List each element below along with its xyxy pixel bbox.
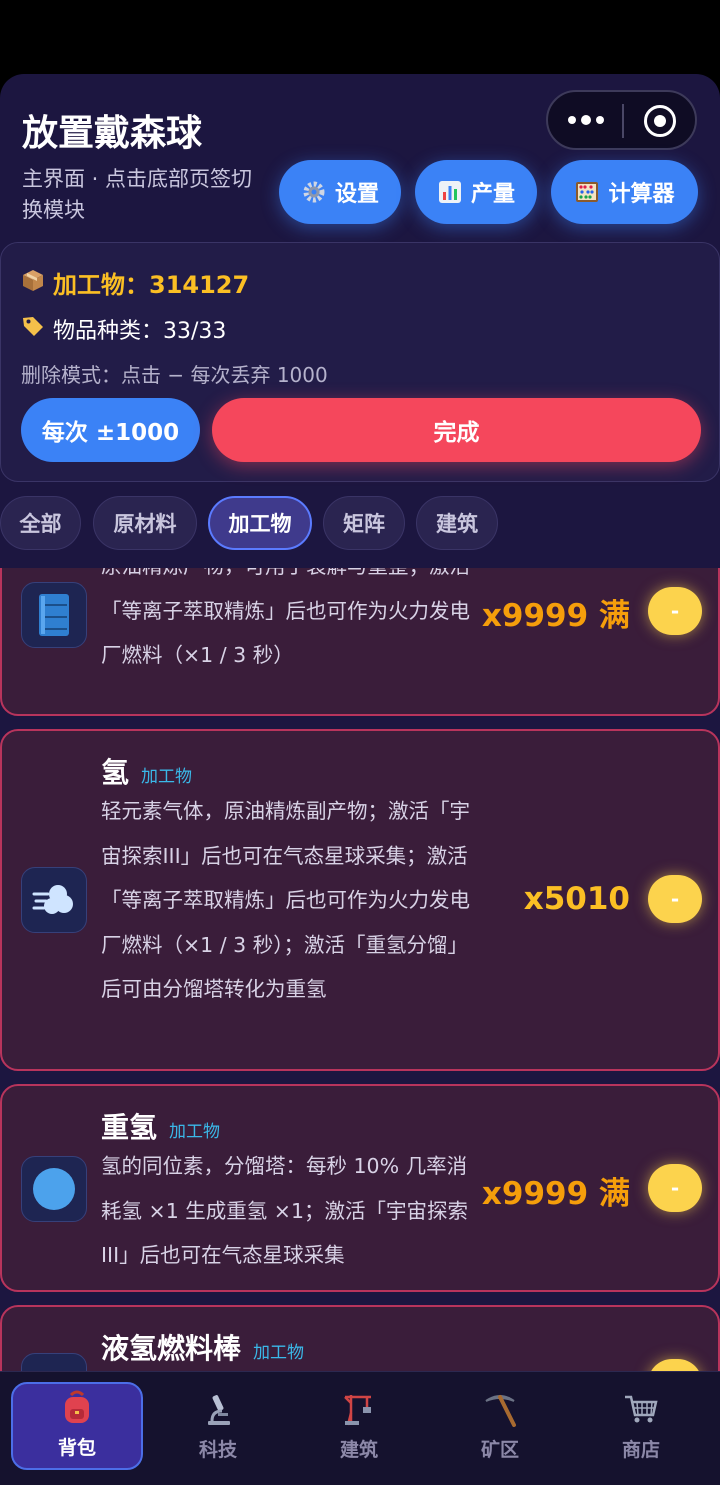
nav-backpack[interactable]: 背包 (11, 1382, 143, 1470)
nav-label: 建筑 (339, 1439, 378, 1461)
tab-all[interactable]: 全部 (0, 496, 81, 550)
tab-buildings[interactable]: 建筑 (416, 496, 498, 550)
gas-cloud-icon (21, 867, 87, 933)
gear-icon (301, 179, 327, 205)
item-description: 原油精炼产物，可用于裂解与重整；激活「等离子萃取精炼」后也可作为火力发电厂燃料（… (101, 568, 470, 667)
close-target-icon[interactable] (644, 105, 676, 137)
item-count: x9999 满 (481, 1176, 630, 1212)
item-category-tag: 加工物 (253, 1343, 305, 1363)
nav-shop[interactable]: 商店 (575, 1382, 707, 1470)
item-count: x5010 (523, 881, 630, 917)
item-types-text: 物品种类：33/33 (53, 319, 227, 344)
more-icon[interactable] (566, 106, 606, 134)
list-item: 原油精炼产物，可用于裂解与重整；激活「等离子萃取精炼」后也可作为火力发电厂燃料（… (0, 568, 720, 716)
list-item: 液氢燃料棒 加工物 (0, 1305, 720, 1371)
item-types: 物品种类：33/33 (21, 313, 226, 345)
calculator-label: 计算器 (608, 182, 675, 207)
calculator-button[interactable]: 计算器 (551, 160, 698, 224)
crane-icon (344, 1395, 371, 1426)
abacus-icon (574, 179, 600, 205)
item-count: x9999 满 (481, 598, 630, 634)
item-title: 重氢 加工物 (101, 1106, 220, 1146)
miniprogram-capsule (546, 90, 697, 150)
tag-icon (21, 314, 45, 344)
done-button[interactable]: 完成 (212, 398, 701, 462)
tab-raw-materials[interactable]: 原材料 (93, 496, 197, 550)
item-name: 氢 (101, 756, 130, 789)
step-amount-button[interactable]: 每次 ±1000 (21, 398, 200, 462)
nav-buildings[interactable]: 建筑 (293, 1382, 425, 1470)
list-item: 重氢 加工物 氢的同位素，分馏塔：每秒 10% 几率消耗氢 ×1 生成重氢 ×1… (0, 1084, 720, 1292)
app-title: 放置戴森球 (22, 113, 203, 154)
bottom-nav: 背包 科技 建筑 矿区 商店 (0, 1371, 720, 1485)
package-icon (21, 268, 45, 298)
processed-count-text: 加工物：314127 (53, 271, 250, 299)
fuel-barrel-icon (21, 582, 87, 648)
backpack-icon (65, 1390, 89, 1423)
production-button[interactable]: 产量 (415, 160, 537, 224)
item-description: 氢的同位素，分馏塔：每秒 10% 几率消耗氢 ×1 生成重氢 ×1；激活「宇宙探… (101, 1154, 468, 1267)
item-title: 氢 加工物 (101, 751, 192, 791)
delete-mode-text: 删除模式：点击 − 每次丢弃 1000 (21, 363, 328, 387)
list-item: 氢 加工物 轻元素气体，原油精炼副产物；激活「宇宙探索III」后也可在气态星球采… (0, 729, 720, 1071)
item-description: 轻元素气体，原油精炼副产物；激活「宇宙探索III」后也可在气态星球采集；激活「等… (101, 799, 470, 1001)
inventory-summary-panel: 加工物：314127 物品种类：33/33 删除模式：点击 − 每次丢弃 100… (0, 242, 720, 482)
tab-matrix[interactable]: 矩阵 (323, 496, 405, 550)
item-list: 原油精炼产物，可用于裂解与重整；激活「等离子萃取精炼」后也可作为火力发电厂燃料（… (0, 568, 720, 1371)
bar-chart-icon (437, 179, 463, 205)
processed-count: 加工物：314127 (21, 265, 249, 300)
app-window: 放置戴森球 主界面 · 点击底部页签切换模块 设置 产量 计算器 加工物：314… (0, 74, 720, 1485)
cart-icon (625, 1395, 658, 1423)
discard-button[interactable]: - (648, 587, 702, 635)
production-label: 产量 (470, 182, 515, 207)
item-category-tag: 加工物 (141, 767, 193, 787)
nav-tech[interactable]: 科技 (152, 1382, 284, 1470)
microscope-icon (208, 1395, 230, 1425)
nav-label: 背包 (57, 1437, 96, 1459)
settings-button[interactable]: 设置 (279, 160, 401, 224)
item-name: 液氢燃料棒 (101, 1332, 242, 1365)
blue-orb-icon (21, 1156, 87, 1222)
nav-label: 矿区 (480, 1439, 519, 1461)
nav-label: 科技 (198, 1439, 237, 1461)
pickaxe-icon (485, 1395, 516, 1427)
item-name: 重氢 (101, 1111, 158, 1144)
settings-label: 设置 (334, 182, 379, 207)
item-category-tag: 加工物 (169, 1122, 221, 1142)
nav-mining[interactable]: 矿区 (434, 1382, 566, 1470)
fuel-rod-icon (21, 1353, 87, 1371)
tab-processed[interactable]: 加工物 (208, 496, 312, 550)
nav-label: 商店 (621, 1439, 660, 1461)
capsule-divider (622, 104, 624, 138)
category-tabs: 全部 原材料 加工物 矩阵 建筑 (0, 496, 720, 554)
discard-button[interactable] (648, 1359, 702, 1371)
subtitle: 主界面 · 点击底部页签切换模块 (22, 167, 253, 222)
discard-button[interactable]: - (648, 875, 702, 923)
item-title: 液氢燃料棒 加工物 (101, 1327, 304, 1367)
header: 放置戴森球 主界面 · 点击底部页签切换模块 设置 产量 计算器 (0, 74, 720, 244)
discard-button[interactable]: - (648, 1164, 702, 1212)
